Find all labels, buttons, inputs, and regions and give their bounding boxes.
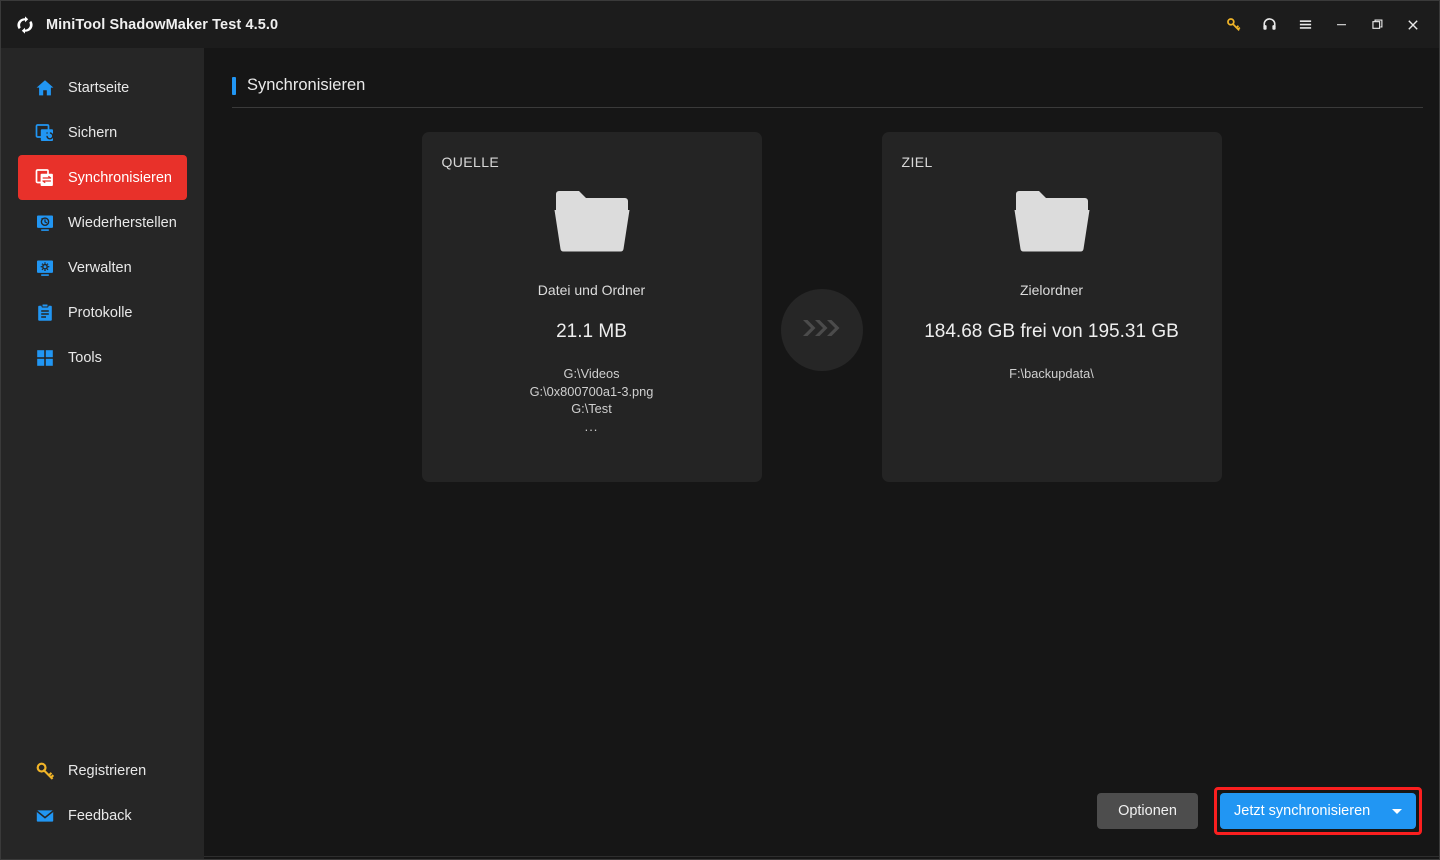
backup-icon — [34, 122, 55, 143]
sync-icon — [34, 167, 55, 188]
source-paths-more: ... — [584, 418, 599, 434]
destination-path-item: F:\backupdata\ — [1009, 366, 1094, 381]
sync-cards-area: QUELLE Datei und Ordner 21.1 MB G:\Video… — [204, 108, 1439, 482]
sidebar: Startseite Sichern Synchronisieren Wiede… — [1, 48, 204, 859]
source-path-item: G:\Videos — [563, 366, 620, 381]
restore-icon — [34, 212, 55, 233]
source-path-item: G:\0x800700a1-3.png — [529, 383, 654, 399]
sidebar-item-label: Wiederherstellen — [68, 214, 177, 231]
sidebar-item-verwalten[interactable]: Verwalten — [18, 245, 187, 290]
sidebar-item-sichern[interactable]: Sichern — [18, 110, 187, 155]
home-icon — [34, 77, 55, 98]
destination-card[interactable]: ZIEL Zielordner 184.68 GB frei von 195.3… — [881, 132, 1222, 482]
sidebar-item-protokolle[interactable]: Protokolle — [18, 290, 187, 335]
sidebar-item-label: Feedback — [68, 807, 132, 824]
window-bottom-edge — [204, 856, 1439, 859]
folder-icon — [1013, 186, 1091, 257]
sidebar-item-label: Registrieren — [68, 762, 147, 779]
sync-now-button[interactable]: Jetzt synchronisieren — [1220, 793, 1416, 829]
main-content: Synchronisieren QUELLE Datei und Ordner … — [204, 48, 1439, 859]
action-footer: Optionen Jetzt synchronisieren — [204, 787, 1439, 856]
options-button[interactable]: Optionen — [1097, 793, 1198, 829]
sidebar-item-wiederherstellen[interactable]: Wiederherstellen — [18, 200, 187, 245]
sidebar-bottom-group: Registrieren Feedback — [1, 748, 204, 859]
sidebar-item-label: Verwalten — [68, 259, 132, 276]
sidebar-item-label: Synchronisieren — [68, 169, 172, 186]
maximize-icon-button[interactable] — [1359, 6, 1395, 44]
sync-circle-logo-icon — [15, 15, 35, 35]
window-controls — [1215, 1, 1431, 48]
sync-direction-circle — [780, 289, 863, 371]
app-window: MiniTool ShadowMaker Test 4.5.0 Startsei… — [0, 0, 1440, 860]
key-icon-button[interactable] — [1215, 6, 1251, 44]
title-bar-branding: MiniTool ShadowMaker Test 4.5.0 — [15, 15, 278, 35]
sidebar-item-registrieren[interactable]: Registrieren — [18, 748, 187, 793]
sidebar-item-label: Startseite — [68, 79, 130, 96]
folder-icon — [553, 186, 631, 257]
triple-chevron-right-icon — [800, 316, 844, 345]
destination-card-body: Zielordner 184.68 GB frei von 195.31 GB … — [902, 170, 1202, 482]
source-size-value: 21.1 MB — [556, 321, 627, 342]
page-title-row: Synchronisieren — [232, 76, 1423, 95]
menu-icon-button[interactable] — [1287, 6, 1323, 44]
source-type-label: Datei und Ordner — [537, 282, 646, 298]
source-paths: G:\Videos G:\0x800700a1-3.png G:\Test ..… — [530, 365, 654, 435]
key-icon — [34, 760, 55, 781]
logs-icon — [34, 302, 55, 323]
source-path-item: G:\Test — [571, 401, 612, 416]
sync-now-button-label: Jetzt synchronisieren — [1234, 803, 1371, 819]
page-header: Synchronisieren — [204, 48, 1439, 108]
window-body: Startseite Sichern Synchronisieren Wiede… — [1, 48, 1439, 859]
destination-paths: F:\backupdata\ — [1009, 365, 1094, 383]
sidebar-item-label: Protokolle — [68, 304, 133, 321]
title-bar: MiniTool ShadowMaker Test 4.5.0 — [1, 1, 1439, 48]
source-card-body: Datei und Ordner 21.1 MB G:\Videos G:\0x… — [442, 170, 742, 482]
envelope-icon — [34, 805, 55, 826]
caret-down-icon[interactable] — [1392, 808, 1402, 814]
sidebar-item-label: Tools — [68, 349, 102, 366]
minimize-icon-button[interactable] — [1323, 6, 1359, 44]
headset-icon-button[interactable] — [1251, 6, 1287, 44]
source-card-label: QUELLE — [441, 154, 500, 170]
window-title: MiniTool ShadowMaker Test 4.5.0 — [46, 16, 279, 33]
destination-card-label: ZIEL — [901, 154, 933, 170]
tools-icon — [34, 347, 55, 368]
destination-type-label: Zielordner — [1019, 282, 1084, 298]
manage-icon — [34, 257, 55, 278]
sync-direction-area — [762, 132, 882, 371]
sidebar-item-tools[interactable]: Tools — [18, 335, 187, 380]
sync-now-highlight: Jetzt synchronisieren — [1214, 787, 1422, 835]
sidebar-item-label: Sichern — [68, 124, 118, 141]
page-title: Synchronisieren — [247, 76, 366, 94]
sidebar-item-synchronisieren[interactable]: Synchronisieren — [18, 155, 187, 200]
close-icon-button[interactable] — [1395, 6, 1431, 44]
destination-capacity-value: 184.68 GB frei von 195.31 GB — [924, 321, 1179, 342]
title-accent-bar — [232, 76, 236, 95]
sidebar-item-feedback[interactable]: Feedback — [18, 793, 187, 838]
sidebar-item-startseite[interactable]: Startseite — [18, 65, 187, 110]
source-card[interactable]: QUELLE Datei und Ordner 21.1 MB G:\Video… — [421, 132, 762, 482]
